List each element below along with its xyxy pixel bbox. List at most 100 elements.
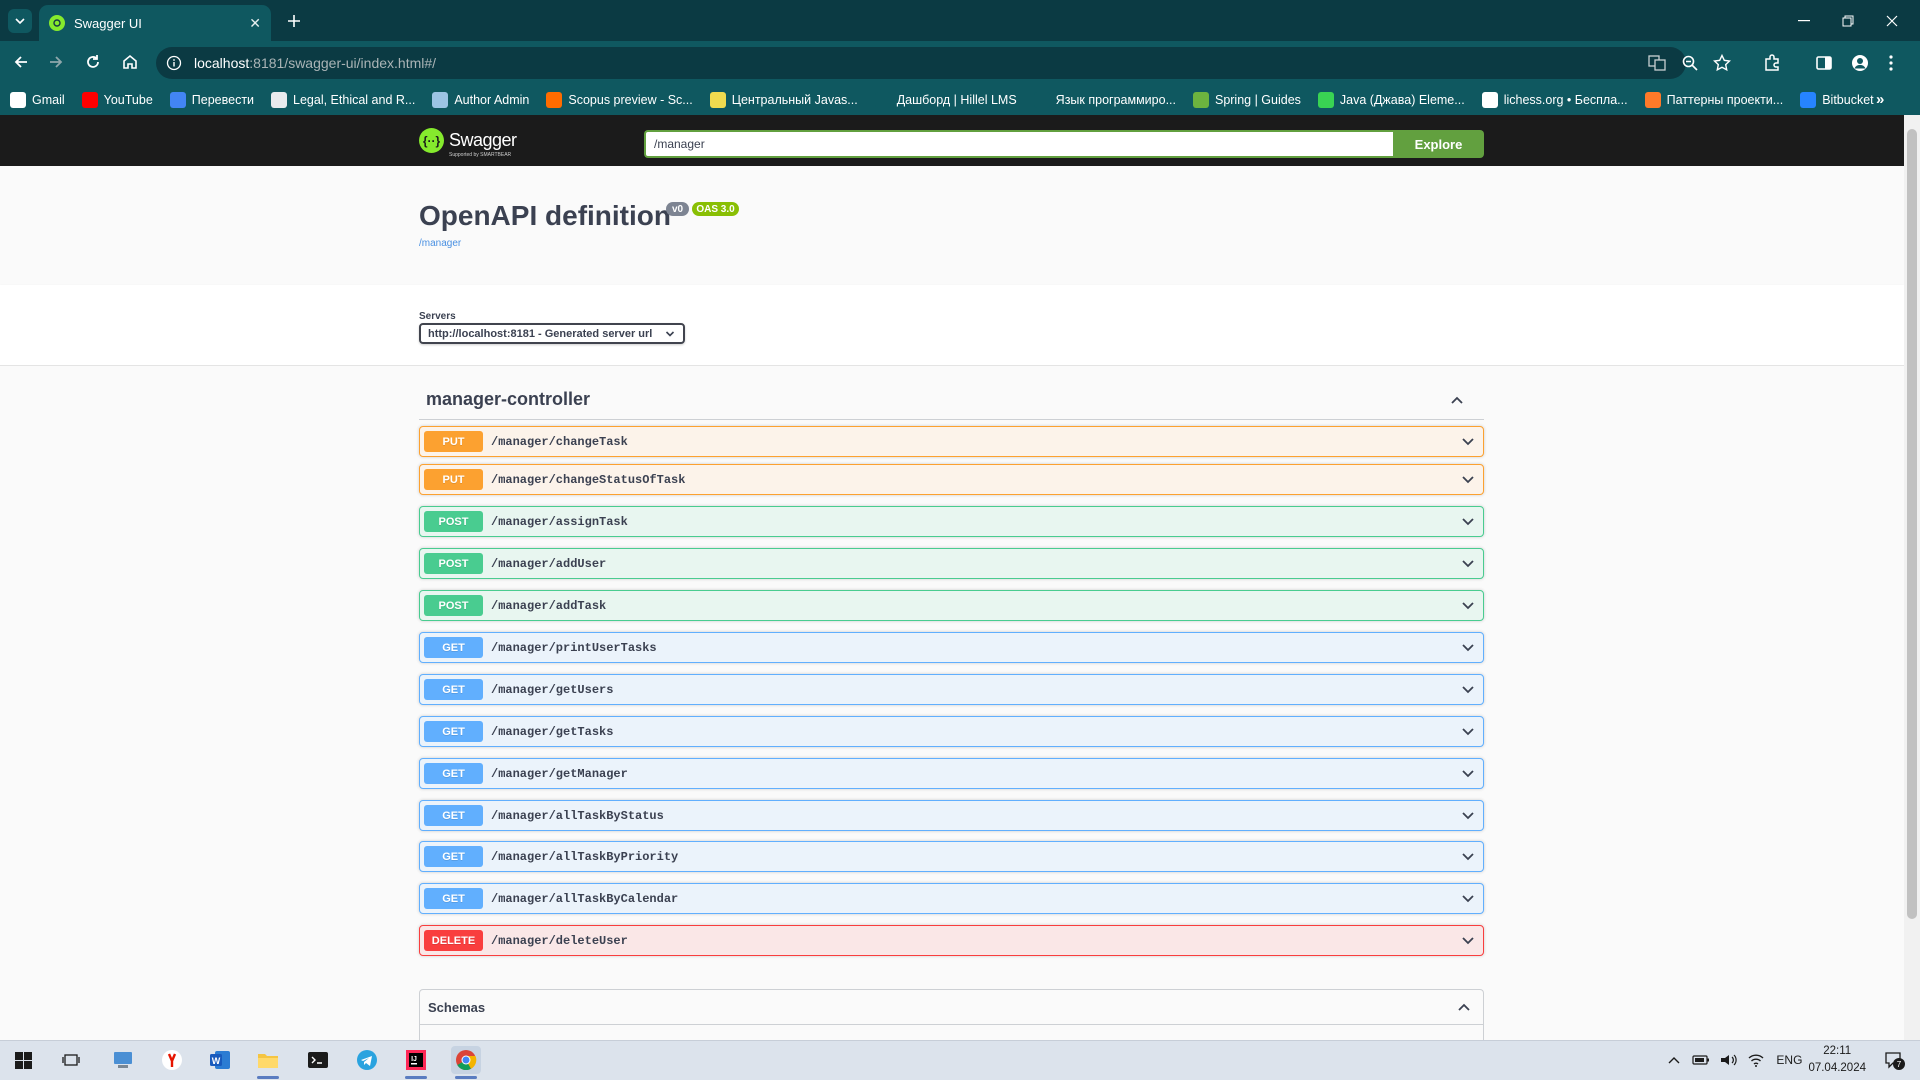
start-button[interactable]: [8, 1046, 38, 1074]
expand-operation-button[interactable]: [1461, 685, 1475, 695]
expand-operation-button[interactable]: [1461, 811, 1475, 821]
chevron-down-icon: [1462, 559, 1474, 567]
browser-tab[interactable]: Swagger UI ✕: [39, 5, 271, 41]
server-select[interactable]: http://localhost:8181 - Generated server…: [419, 323, 685, 344]
explore-button[interactable]: Explore: [1393, 130, 1484, 158]
expand-operation-button[interactable]: [1461, 559, 1475, 569]
back-button[interactable]: [12, 53, 30, 71]
restore-button[interactable]: [1826, 0, 1870, 41]
expand-operation-button[interactable]: [1461, 475, 1475, 485]
forward-button[interactable]: [47, 53, 65, 71]
operation-row[interactable]: GET/manager/getUsers: [419, 674, 1484, 705]
expand-operation-button[interactable]: [1461, 437, 1475, 447]
cloud-icon: [432, 91, 449, 108]
new-tab-button[interactable]: [282, 9, 306, 33]
operation-row[interactable]: DELETE/manager/deleteUser: [419, 925, 1484, 956]
taskbar-app-explorer[interactable]: [253, 1046, 283, 1079]
operation-row[interactable]: GET/manager/allTaskByStatus: [419, 800, 1484, 831]
translate-icon[interactable]: [1648, 54, 1666, 72]
operation-row[interactable]: GET/manager/allTaskByPriority: [419, 841, 1484, 872]
bookmark-item[interactable]: Паттерны проекти...: [1644, 91, 1783, 108]
bookmark-item[interactable]: Gmail: [10, 91, 65, 108]
bookmark-item[interactable]: Язык программиро...: [1033, 91, 1176, 108]
more-bookmarks-icon[interactable]: »: [1876, 91, 1884, 108]
schemas-header[interactable]: Schemas: [420, 990, 1483, 1025]
close-window-button[interactable]: [1870, 0, 1914, 41]
method-badge: POST: [424, 553, 483, 574]
swagger-logo[interactable]: {··} Swagger Supported by SMARTBEAR: [419, 128, 517, 158]
home-button[interactable]: [121, 53, 139, 71]
expand-operation-button[interactable]: [1461, 643, 1475, 653]
operation-row[interactable]: GET/manager/getTasks: [419, 716, 1484, 747]
restore-icon: [1842, 15, 1854, 26]
expand-operation-button[interactable]: [1461, 517, 1475, 527]
tab-close-icon[interactable]: ✕: [249, 15, 261, 32]
bookmark-item[interactable]: Scopus preview - Sc...: [546, 91, 693, 108]
profile-icon[interactable]: [1851, 54, 1869, 72]
telegram-icon: [357, 1050, 377, 1070]
chevron-up-icon[interactable]: [1457, 1002, 1471, 1012]
bookmark-item[interactable]: Bitbucket: [1800, 91, 1874, 108]
operation-row[interactable]: PUT/manager/changeTask: [419, 426, 1484, 457]
taskbar-app-chrome[interactable]: [451, 1046, 481, 1079]
operation-row[interactable]: POST/manager/addUser: [419, 548, 1484, 579]
operation-path: /manager/changeStatusOfTask: [491, 472, 686, 487]
taskbar-app-word[interactable]: W: [205, 1046, 235, 1074]
bookmark-item[interactable]: Дашборд | Hillel LMS: [874, 91, 1017, 108]
taskbar-app-terminal[interactable]: [303, 1046, 333, 1074]
expand-operation-button[interactable]: [1461, 769, 1475, 779]
method-badge: PUT: [424, 431, 483, 452]
minimize-button[interactable]: [1782, 0, 1826, 41]
expand-operation-button[interactable]: [1461, 601, 1475, 611]
bookmark-item[interactable]: Java (Джава) Eleme...: [1317, 91, 1465, 108]
language-indicator[interactable]: ENG: [1776, 1053, 1802, 1067]
clock[interactable]: 22:11 07.04.2024: [1808, 1043, 1866, 1077]
bookmark-star-icon[interactable]: [1713, 54, 1731, 72]
battery-icon[interactable]: [1692, 1054, 1710, 1066]
explore-url-input[interactable]: [644, 130, 1394, 158]
bookmark-item[interactable]: Центральный Javas...: [709, 91, 858, 108]
base-url-link[interactable]: /manager: [419, 238, 461, 249]
address-bar[interactable]: localhost:8181/swagger-ui/index.html#/: [156, 47, 1686, 79]
operation-row[interactable]: GET/manager/getManager: [419, 758, 1484, 789]
taskbar-app-intellij[interactable]: IJ: [401, 1046, 431, 1079]
bookmark-item[interactable]: Перевести: [169, 91, 254, 108]
side-panel-icon[interactable]: [1815, 54, 1833, 72]
tab-search-button[interactable]: [8, 9, 32, 33]
expand-operation-button[interactable]: [1461, 894, 1475, 904]
extensions-icon[interactable]: [1763, 54, 1781, 72]
expand-operation-button[interactable]: [1461, 852, 1475, 862]
menu-dots-icon[interactable]: [1888, 54, 1894, 72]
chevron-up-icon[interactable]: [1450, 395, 1464, 405]
chevron-down-icon: [15, 18, 25, 25]
taskbar-app-yandex[interactable]: [157, 1046, 187, 1074]
task-view-button[interactable]: [56, 1046, 86, 1074]
notification-center-button[interactable]: 7: [1884, 1051, 1905, 1070]
tray-expand-icon[interactable]: [1668, 1056, 1680, 1064]
operation-row[interactable]: POST/manager/assignTask: [419, 506, 1484, 537]
expand-operation-button[interactable]: [1461, 727, 1475, 737]
bookmark-item[interactable]: Spring | Guides: [1192, 91, 1301, 108]
operation-row[interactable]: PUT/manager/changeStatusOfTask: [419, 464, 1484, 495]
tag-header-manager-controller[interactable]: manager-controller: [419, 380, 1484, 420]
operation-row[interactable]: GET/manager/printUserTasks: [419, 632, 1484, 663]
page-scrollbar[interactable]: [1904, 115, 1920, 1040]
volume-icon[interactable]: [1720, 1053, 1738, 1067]
method-badge: GET: [424, 679, 483, 700]
bookmark-item[interactable]: Author Admin: [432, 91, 529, 108]
site-info-icon[interactable]: [166, 55, 182, 71]
expand-operation-button[interactable]: [1461, 936, 1475, 946]
bookmark-label: Scopus preview - Sc...: [568, 92, 693, 107]
wifi-icon[interactable]: [1748, 1053, 1764, 1067]
bookmark-item[interactable]: lichess.org • Беспла...: [1481, 91, 1628, 108]
scrollbar-thumb[interactable]: [1907, 129, 1917, 919]
bookmark-item[interactable]: YouTube: [81, 91, 153, 108]
bookmark-item[interactable]: Legal, Ethical and R...: [271, 91, 415, 108]
zoom-icon[interactable]: [1681, 54, 1699, 72]
yandex-browser-icon: [162, 1050, 182, 1070]
operation-row[interactable]: GET/manager/allTaskByCalendar: [419, 883, 1484, 914]
reload-button[interactable]: [84, 53, 102, 71]
taskbar-app-telegram[interactable]: [352, 1046, 382, 1074]
operation-row[interactable]: POST/manager/addTask: [419, 590, 1484, 621]
taskbar-app-computer[interactable]: [108, 1046, 138, 1074]
